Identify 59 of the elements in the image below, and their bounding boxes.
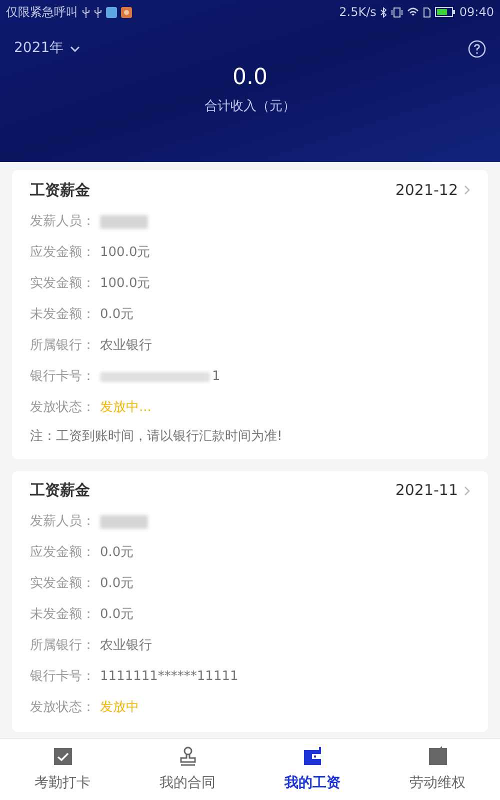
field-label: 发放状态： (30, 398, 96, 417)
bluetooth-icon (380, 6, 388, 18)
status-value: 发放中... (100, 398, 152, 417)
sim-icon (423, 6, 432, 18)
carrier-text: 仅限紧急呼叫 (6, 4, 78, 21)
field-label: 实发金额： (30, 274, 96, 293)
redacted-block (100, 214, 148, 228)
chevron-right-icon (464, 185, 470, 195)
chevron-down-icon (70, 46, 80, 52)
usb-icon (82, 6, 90, 18)
year-selector[interactable]: 2021年 (14, 38, 80, 59)
book-icon (426, 745, 448, 767)
field-value: 0.0元 (100, 606, 134, 624)
field-value: 农业银行 (100, 336, 152, 355)
month-link[interactable]: 2021-11 (395, 479, 470, 502)
field-label: 应发金额： (30, 244, 96, 262)
field-label: 银行卡号： (30, 368, 96, 386)
field-value: 0.0元 (100, 544, 134, 562)
nav-tab[interactable]: 考勤打卡 (0, 739, 125, 800)
field-value: 100.0元 (100, 274, 150, 293)
field-value: 0.0元 (100, 575, 134, 594)
field-value: 100.0元 (100, 244, 150, 262)
field-value: 农业银行 (100, 637, 152, 656)
total-income: 0.0 (232, 64, 268, 92)
field-value: 0.0元 (100, 306, 134, 324)
status-value: 发放中 (100, 699, 139, 718)
field-label: 发放状态： (30, 699, 96, 718)
redacted-block (100, 515, 148, 529)
note-text: 注：工资到账时间，请以银行汇款时间为准! (30, 428, 284, 446)
field-label: 未发金额： (30, 306, 96, 324)
field-value: 1111111******11111 (100, 668, 238, 686)
total-income-label: 合计收入（元） (204, 98, 296, 116)
month-link[interactable]: 2021-12 (395, 178, 470, 202)
help-icon[interactable] (468, 40, 486, 58)
network-speed: 2.5K/s (339, 4, 376, 21)
field-label: 发薪人员： (30, 212, 96, 231)
field-label: 实发金额： (30, 575, 96, 594)
app-icon (121, 6, 132, 18)
app-icon (106, 6, 117, 18)
chevron-right-icon (464, 486, 470, 496)
field-label: 未发金额： (30, 606, 96, 624)
calendar-check-icon (52, 745, 74, 767)
battery-icon (435, 7, 456, 17)
field-value: 1 (212, 368, 220, 386)
usb-icon (94, 6, 102, 18)
field-label: 所属银行： (30, 637, 96, 656)
card-title: 工资薪金 (30, 180, 90, 201)
card-title: 工资薪金 (30, 480, 90, 502)
field-label: 所属银行： (30, 336, 96, 355)
clock-time: 09:40 (459, 4, 494, 21)
wallet-icon (302, 745, 324, 767)
field-label: 发薪人员： (30, 513, 96, 532)
wifi-icon (407, 6, 420, 18)
nav-tab[interactable]: 我的合同 (125, 739, 250, 800)
field-label: 银行卡号： (30, 668, 96, 686)
nav-tab[interactable]: 劳动维权 (375, 739, 500, 800)
vibrate-icon (391, 6, 404, 18)
nav-tab[interactable]: 我的工资 (250, 739, 375, 800)
field-label: 应发金额： (30, 544, 96, 562)
